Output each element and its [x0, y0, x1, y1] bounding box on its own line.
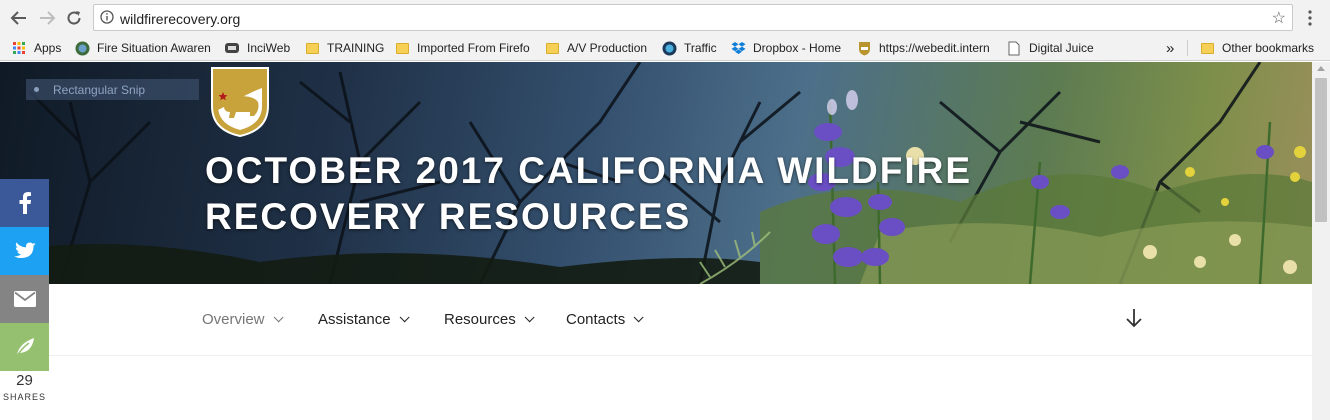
- nav-label: Resources: [444, 311, 516, 328]
- bookmark-inciweb[interactable]: InciWeb: [224, 39, 294, 57]
- folder-icon: [1199, 40, 1215, 56]
- nav-label: Contacts: [566, 311, 626, 328]
- share-sharethis-button[interactable]: [0, 323, 49, 371]
- info-icon[interactable]: [100, 10, 114, 24]
- overflow-chevron-icon: »: [1166, 39, 1175, 57]
- bookmark-label: Other bookmarks: [1222, 41, 1315, 55]
- folder-icon: [394, 40, 410, 56]
- site-logo-bear-shield[interactable]: [210, 66, 270, 138]
- reload-button[interactable]: [63, 7, 85, 29]
- back-button[interactable]: [8, 7, 30, 29]
- inciweb-icon: [224, 40, 240, 56]
- browser-toolbar: wildfirerecovery.org ☆: [0, 0, 1330, 35]
- bookmark-label: A/V Production: [567, 41, 648, 55]
- other-bookmarks[interactable]: Other bookmarks: [1199, 39, 1319, 57]
- nav-contacts[interactable]: Contacts: [566, 311, 644, 328]
- bookmarks-divider: [1187, 40, 1188, 56]
- chevron-down-icon: [399, 312, 410, 323]
- nav-overview[interactable]: Overview: [202, 311, 284, 328]
- bookmark-label: Digital Juice: [1029, 41, 1094, 55]
- bookmark-apps[interactable]: Apps: [11, 39, 71, 57]
- share-email-button[interactable]: [0, 275, 49, 323]
- rectangular-snip-overlay: Rectangular Snip: [26, 79, 199, 100]
- bookmark-label: InciWeb: [247, 41, 291, 55]
- bookmark-traffic[interactable]: Traffic: [661, 39, 721, 57]
- scroll-up-arrow-icon[interactable]: [1317, 66, 1325, 71]
- site-title-line-2: RECOVERY RESOURCES: [205, 196, 692, 237]
- back-arrow-icon: [10, 11, 26, 25]
- bookmark-label: Apps: [34, 41, 62, 55]
- page-icon: [1006, 40, 1022, 56]
- chevron-down-icon: [633, 312, 644, 323]
- dropbox-icon: [730, 40, 746, 56]
- bookmark-label: https://webedit.intern: [879, 41, 990, 55]
- snip-label: Rectangular Snip: [53, 82, 146, 97]
- share-count-label: SHARES: [2, 392, 46, 402]
- chevron-down-icon: [273, 312, 284, 323]
- reload-icon: [67, 11, 81, 25]
- leaf-share-icon: [15, 338, 34, 357]
- url-text: wildfirerecovery.org: [120, 11, 241, 27]
- hero-header: Rectangular Snip OCTOBER 2017 CALIFORNIA…: [0, 62, 1312, 284]
- globe-icon: [74, 40, 90, 56]
- bookmark-label: Fire Situation Awaren: [97, 41, 211, 55]
- bookmark-webedit[interactable]: https://webedit.intern: [856, 39, 996, 57]
- site-title-line-1: OCTOBER 2017 CALIFORNIA WILDFIRE: [205, 150, 973, 191]
- scroll-down-arrow-icon[interactable]: [1124, 307, 1144, 329]
- share-facebook-button[interactable]: [0, 179, 49, 227]
- folder-icon: [304, 40, 320, 56]
- bookmarks-overflow-button[interactable]: »: [1166, 39, 1180, 57]
- share-twitter-button[interactable]: [0, 227, 49, 275]
- nav-resources[interactable]: Resources: [444, 311, 535, 328]
- main-navigation: Overview Assistance Resources Contacts: [0, 284, 1312, 356]
- bookmark-av-production[interactable]: A/V Production: [544, 39, 652, 57]
- traffic-icon: [661, 40, 677, 56]
- facebook-icon: [19, 192, 31, 214]
- snip-dot-icon: [34, 87, 39, 92]
- bookmark-training[interactable]: TRAINING: [304, 39, 384, 57]
- nav-label: Assistance: [318, 311, 391, 328]
- bookmark-digital-juice[interactable]: Digital Juice: [1006, 39, 1106, 57]
- page-scrollbar[interactable]: [1312, 62, 1330, 420]
- chevron-down-icon: [524, 312, 535, 323]
- bookmark-label: Traffic: [684, 41, 717, 55]
- forward-arrow-icon: [40, 11, 56, 25]
- twitter-icon: [13, 242, 36, 259]
- shield-icon: [856, 40, 872, 56]
- bookmark-star-icon[interactable]: ☆: [1272, 8, 1286, 28]
- bookmark-label: Imported From Firefo: [417, 41, 530, 55]
- bookmark-fire-situation[interactable]: Fire Situation Awaren: [74, 39, 212, 57]
- bookmark-label: Dropbox - Home: [753, 41, 842, 55]
- bookmark-dropbox[interactable]: Dropbox - Home: [730, 39, 846, 57]
- site-title[interactable]: OCTOBER 2017 CALIFORNIA WILDFIRE RECOVER…: [205, 148, 1105, 240]
- apps-grid-icon: [11, 40, 27, 56]
- bookmark-imported[interactable]: Imported From Firefo: [394, 39, 532, 57]
- address-bar[interactable]: wildfirerecovery.org ☆: [93, 4, 1293, 31]
- forward-button[interactable]: [36, 7, 58, 29]
- share-count: 29: [16, 372, 33, 389]
- bookmark-label: TRAINING: [327, 41, 384, 55]
- browser-menu-icon[interactable]: [1303, 8, 1317, 28]
- folder-icon: [544, 40, 560, 56]
- email-icon: [13, 291, 36, 307]
- scrollbar-thumb[interactable]: [1315, 78, 1327, 222]
- nav-assistance[interactable]: Assistance: [318, 311, 410, 328]
- bookmarks-bar: Apps Fire Situation Awaren InciWeb TRAIN…: [0, 35, 1330, 61]
- nav-label: Overview: [202, 311, 265, 328]
